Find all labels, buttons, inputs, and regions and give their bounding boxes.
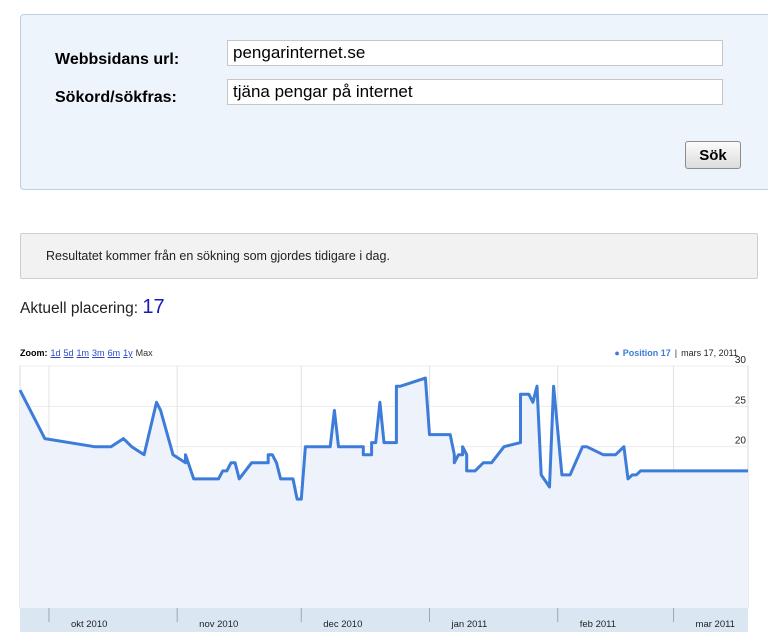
zoom-1y-link[interactable]: 1y: [123, 348, 133, 358]
keyword-input[interactable]: [227, 79, 723, 105]
x-tick-label-2: dec 2010: [323, 619, 362, 630]
zoom-1m-link[interactable]: 1m: [77, 348, 90, 358]
x-tick-label-1: nov 2010: [199, 619, 238, 630]
y-tick-label-5: 25: [735, 395, 747, 406]
x-tick-label-4: feb 2011: [580, 619, 616, 630]
current-placement-label: Aktuell placering:: [20, 300, 139, 317]
info-message: Resultatet kommer från en sökning som gj…: [20, 233, 758, 279]
zoom-5d-link[interactable]: 5d: [64, 348, 74, 358]
keyword-label: Sökord/sökfras:: [55, 89, 177, 106]
zoom-1d-link[interactable]: 1d: [51, 348, 61, 358]
zoom-3m-link[interactable]: 3m: [92, 348, 105, 358]
zoom-max: Max: [135, 348, 153, 358]
y-tick-label-4: 20: [735, 436, 747, 447]
current-placement-value: 17: [142, 296, 165, 318]
zoom-label: Zoom:: [20, 348, 48, 358]
chart-legend: ● Position 17 | mars 17, 2011: [614, 348, 738, 358]
legend-date: mars 17, 2011: [681, 348, 738, 358]
x-tick-label-0: okt 2010: [71, 619, 107, 630]
position-chart: Zoom: 1d 5d 1m 3m 6m 1y Max ● Position 17 | mars 1…: [0, 340, 768, 638]
x-tick-label-5: mar 2011: [696, 619, 735, 630]
x-axis-band: [20, 608, 748, 632]
legend-separator: |: [674, 348, 678, 358]
x-tick-label-3: jan 2011: [451, 619, 488, 630]
url-label: Webbsidans url:: [55, 51, 180, 68]
zoom-6m-link[interactable]: 6m: [108, 348, 121, 358]
url-input[interactable]: [227, 40, 723, 66]
search-button[interactable]: Sök: [685, 141, 741, 169]
legend-series: Position 17: [622, 348, 671, 358]
legend-dot-icon: ●: [614, 348, 620, 358]
chart-svg: 051015202530okt 2010nov 2010dec 2010jan …: [18, 355, 749, 632]
search-panel: Webbsidans url: Sökord/sökfras: Sök: [20, 14, 768, 190]
zoom-bar: Zoom: 1d 5d 1m 3m 6m 1y Max: [20, 348, 153, 358]
current-placement: Aktuell placering: 17: [20, 296, 165, 319]
